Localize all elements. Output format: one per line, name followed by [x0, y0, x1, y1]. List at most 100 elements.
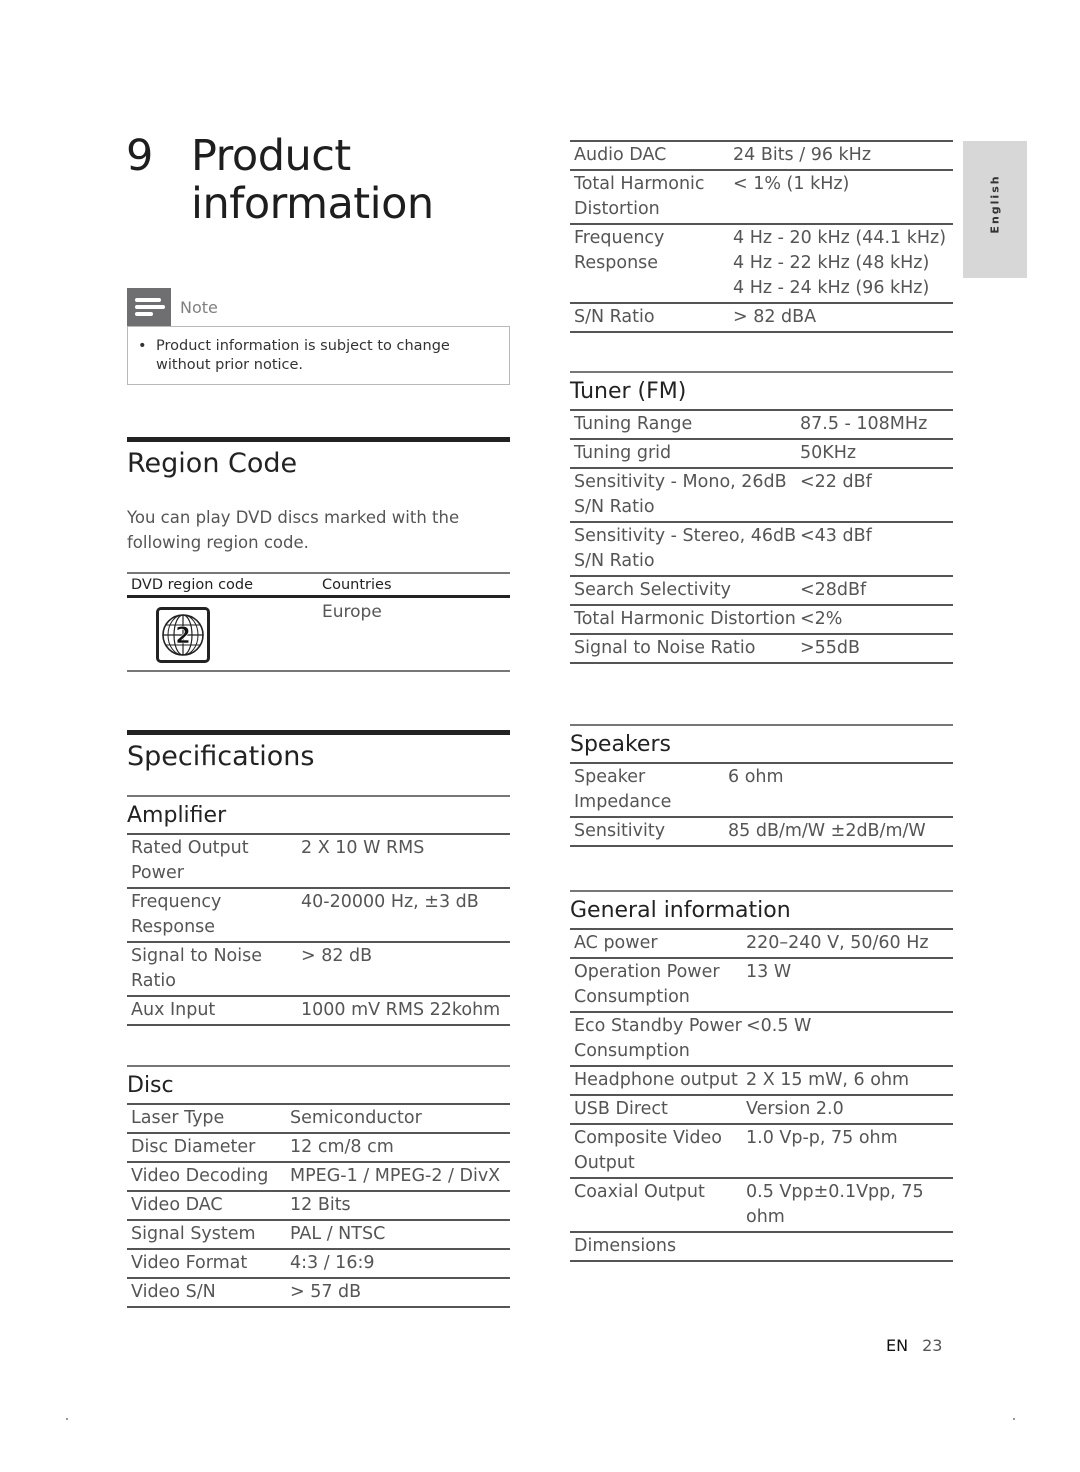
amplifier-specs: Amplifier Rated Output Power 2 X 10 W RMS…: [127, 795, 510, 1026]
note-lines-icon: [127, 288, 171, 326]
spec-row: Headphone output 2 X 15 mW, 6 ohm: [570, 1067, 953, 1096]
spec-label: Sensitivity: [574, 821, 666, 841]
spec-row: Tuning Range 87.5 - 108MHz: [570, 411, 953, 440]
spec-value: Semiconductor: [290, 1108, 422, 1128]
spec-value: Version 2.0: [746, 1099, 844, 1119]
spec-row: Laser Type Semiconductor: [127, 1105, 510, 1134]
spec-row: Audio DAC 24 Bits / 96 kHz: [570, 142, 953, 171]
spec-value: 1.0 Vp-p, 75 ohm: [746, 1128, 898, 1148]
spec-value: 2 X 10 W RMS: [301, 838, 425, 858]
disc-specs: Disc Laser Type Semiconductor Disc Diamete…: [127, 1065, 510, 1308]
disc-title: Disc: [127, 1065, 510, 1105]
spec-value: 12 Bits: [290, 1195, 351, 1215]
region-code-description: You can play DVD discs marked with the f…: [127, 508, 460, 552]
crop-mark: [66, 1418, 68, 1420]
spec-label: Frequency Response: [131, 892, 222, 937]
spec-row: Aux Input 1000 mV RMS 22kohm: [127, 997, 510, 1026]
footer-language: EN: [886, 1336, 909, 1355]
spec-row: Dimensions: [570, 1233, 953, 1262]
spec-value: 1000 mV RMS 22kohm: [301, 1000, 501, 1020]
region-number: 2: [175, 624, 190, 649]
speakers-specs: Speakers Speaker Impedance 6 ohm Sensitivi…: [570, 724, 953, 847]
spec-label: Operation Power Consumption: [574, 962, 720, 1007]
spec-value: MPEG-1 / MPEG-2 / DivX: [290, 1166, 501, 1186]
amplifier-title: Amplifier: [127, 795, 510, 835]
spec-value: 50KHz: [800, 443, 857, 463]
region-table-row: 2 Europe: [127, 598, 510, 672]
spec-label: Video DAC: [131, 1195, 223, 1215]
language-label: English: [988, 173, 1002, 234]
spec-row: Operation Power Consumption 13 W: [570, 959, 953, 1013]
spec-row: Signal System PAL / NTSC: [127, 1221, 510, 1250]
spec-label: USB Direct: [574, 1099, 668, 1119]
spec-value: <2%: [800, 609, 843, 629]
spec-value: [746, 1234, 953, 1259]
page-number: 23: [922, 1336, 943, 1355]
spec-value: <0.5 W: [746, 1016, 812, 1036]
chapter-title: Product information: [191, 131, 434, 229]
spec-label: Laser Type: [131, 1108, 225, 1128]
spec-label: AC power: [574, 933, 658, 953]
region-table-header: DVD region code Countries: [127, 572, 510, 598]
speakers-title: Speakers: [570, 724, 953, 764]
spec-row: Sensitivity - Stereo, 46dB S/N Ratio <43 …: [570, 523, 953, 577]
spec-value: > 82 dB: [301, 946, 373, 966]
spec-value: <22 dBf: [800, 472, 872, 492]
spec-value: 40-20000 Hz, ±3 dB: [301, 892, 479, 912]
spec-row: Video S/N > 57 dB: [127, 1279, 510, 1308]
spec-label: Eco Standby Power Consumption: [574, 1016, 742, 1061]
spec-row: USB Direct Version 2.0: [570, 1096, 953, 1125]
spec-label: Total Harmonic Distortion: [574, 174, 705, 219]
spec-label: Sensitivity - Mono, 26dB S/N Ratio: [574, 472, 787, 517]
spec-label: Headphone output: [574, 1070, 738, 1090]
spec-value: < 1% (1 kHz): [733, 174, 850, 194]
spec-label: Aux Input: [131, 1000, 216, 1020]
spec-label: Signal System: [131, 1224, 256, 1244]
spec-row: S/N Ratio > 82 dBA: [570, 304, 953, 333]
general-info-title: General information: [570, 890, 953, 930]
spec-row: Tuning grid 50KHz: [570, 440, 953, 469]
spec-label: Composite Video Output: [574, 1128, 722, 1173]
spec-label: Signal to Noise Ratio: [131, 946, 262, 991]
note-label: Note: [180, 297, 218, 317]
spec-label: Audio DAC: [574, 145, 667, 165]
spec-value: 0.5 Vpp±0.1Vpp, 75 ohm: [746, 1182, 924, 1227]
general-info-specs: General information AC power 220–240 V, 5…: [570, 890, 953, 1262]
chapter-number: 9: [126, 131, 153, 181]
spec-row: Sensitivity - Mono, 26dB S/N Ratio <22 dB…: [570, 469, 953, 523]
spec-label: Signal to Noise Ratio: [574, 638, 756, 658]
spec-label: Search Selectivity: [574, 580, 731, 600]
spec-label: Sensitivity - Stereo, 46dB S/N Ratio: [574, 526, 797, 571]
dvd-region-2-globe-icon: 2: [156, 607, 210, 663]
spec-row: Total Harmonic Distortion <2%: [570, 606, 953, 635]
spec-label: Video Format: [131, 1253, 248, 1273]
spec-row: Sensitivity 85 dB/m/W ±2dB/m/W: [570, 818, 953, 847]
spec-row: Signal to Noise Ratio > 82 dB: [127, 943, 510, 997]
spec-row: Eco Standby Power Consumption <0.5 W: [570, 1013, 953, 1067]
spec-value: 85 dB/m/W ±2dB/m/W: [728, 821, 926, 841]
spec-value: 12 cm/8 cm: [290, 1137, 394, 1157]
tuner-title: Tuner (FM): [570, 371, 953, 411]
spec-row: Speaker Impedance 6 ohm: [570, 764, 953, 818]
spec-label: Total Harmonic Distortion: [574, 609, 796, 629]
spec-value: 4 Hz - 20 kHz (44.1 kHz) 4 Hz - 22 kHz (…: [733, 228, 947, 298]
region-table: DVD region code Countries 2 Europe: [127, 572, 510, 672]
spec-row: AC power 220–240 V, 50/60 Hz: [570, 930, 953, 959]
spec-row: Coaxial Output 0.5 Vpp±0.1Vpp, 75 ohm: [570, 1179, 953, 1233]
spec-label: Video Decoding: [131, 1166, 269, 1186]
spec-row: Total Harmonic Distortion < 1% (1 kHz): [570, 171, 953, 225]
note-box: Note • Product information is subject to…: [127, 288, 510, 385]
spec-value: <43 dBf: [800, 526, 872, 546]
region-code-title: Region Code: [127, 437, 510, 479]
spec-label: Tuning grid: [574, 443, 672, 463]
spec-row: Search Selectivity <28dBf: [570, 577, 953, 606]
note-text: Product information is subject to change…: [156, 338, 450, 373]
spec-label: Frequency Response: [574, 228, 665, 273]
bullet: •: [138, 338, 147, 354]
spec-label: Disc Diameter: [131, 1137, 256, 1157]
spec-label: Video S/N: [131, 1282, 216, 1302]
spec-row: Video Format 4:3 / 16:9: [127, 1250, 510, 1279]
region-countries: Europe: [322, 602, 382, 622]
spec-value: PAL / NTSC: [290, 1224, 386, 1244]
spec-value: 24 Bits / 96 kHz: [733, 145, 872, 165]
